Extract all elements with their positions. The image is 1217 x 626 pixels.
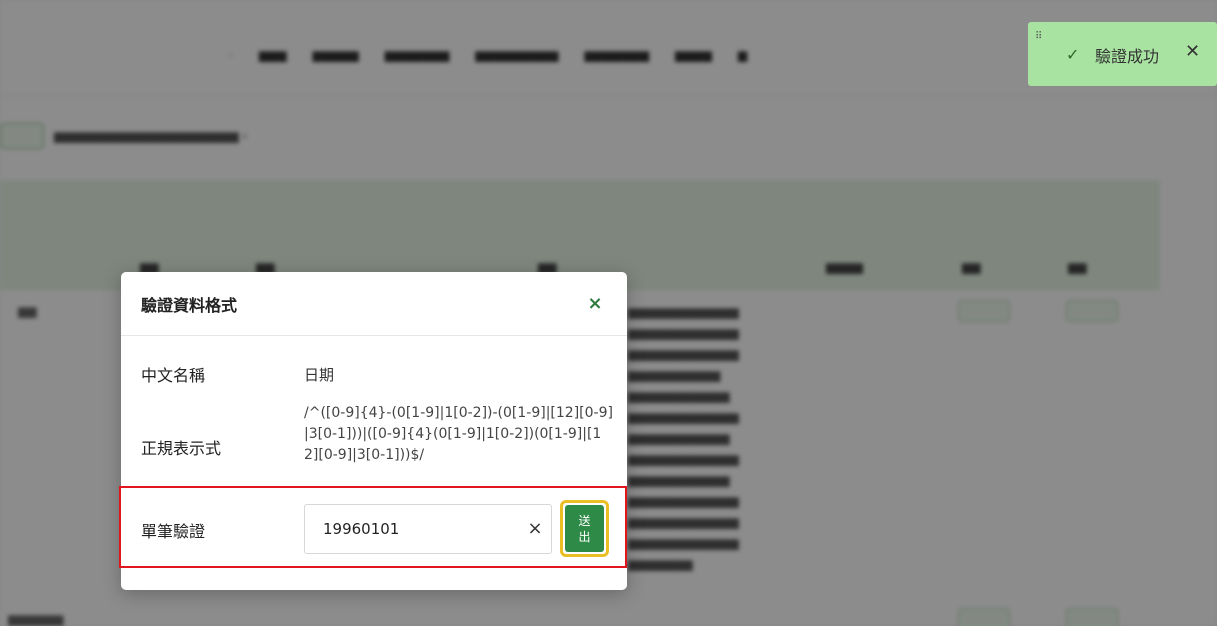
single-verify-input-wrapper: ×: [304, 504, 552, 554]
chinese-name-value: 日期: [304, 366, 335, 384]
drag-handle-icon[interactable]: ⠿: [1035, 31, 1042, 42]
validate-format-modal: 驗證資料格式 × 中文名稱 日期 正規表示式 /^([0-9]{4}-(0[1-…: [119, 272, 627, 590]
modal-title: 驗證資料格式: [141, 295, 238, 315]
clear-icon[interactable]: ×: [525, 519, 545, 539]
regex-value: /^([0-9]{4}-(0[1-9]|1[0-2])-(0[1-9]|[12]…: [304, 405, 613, 463]
send-button[interactable]: 送出: [560, 500, 609, 557]
check-icon: ✓: [1066, 45, 1080, 64]
toast-message: 驗證成功: [1095, 47, 1160, 66]
regex-label: 正規表示式: [141, 439, 222, 458]
close-icon[interactable]: ✕: [1185, 41, 1200, 62]
success-toast: ⠿ ✓ 驗證成功 ✕: [1028, 22, 1217, 86]
send-button-text: 送出: [578, 513, 591, 544]
single-verify-input[interactable]: [305, 505, 515, 553]
chinese-name-label: 中文名稱: [141, 366, 206, 385]
send-button-label[interactable]: 送出: [565, 505, 604, 552]
close-icon[interactable]: ×: [583, 292, 607, 316]
modal-header: 驗證資料格式 ×: [121, 272, 627, 336]
single-verify-label: 單筆驗證: [141, 522, 206, 541]
